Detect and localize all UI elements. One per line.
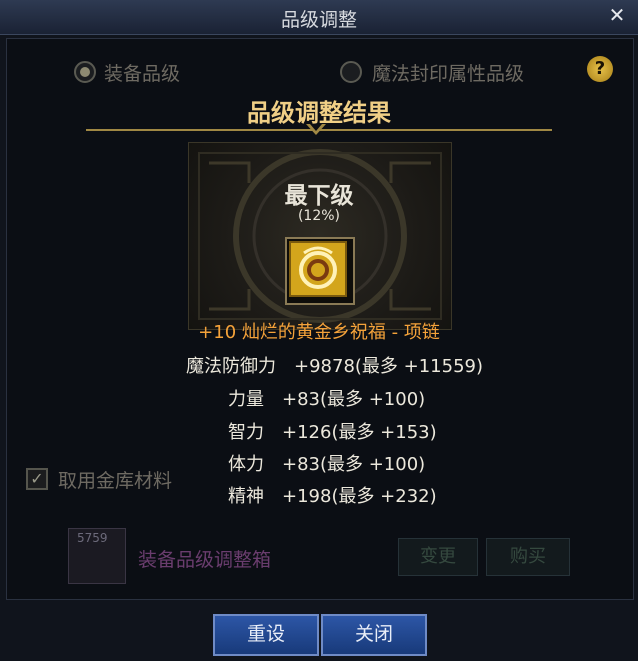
stat-value-spirit: +198(最多 +232): [282, 486, 437, 507]
radio-magic-label: 魔法封印属性品级: [372, 63, 525, 85]
result-title: 品级调整结果: [247, 99, 391, 127]
window-title: 品级调整: [280, 9, 357, 31]
radio-magic-seal-grade[interactable]: [340, 61, 362, 83]
use-vault-label: 取用金库材料: [58, 470, 173, 492]
stat-value-magic-defense: +9878(最多 +11559): [294, 356, 483, 377]
header-pointer-icon: [306, 124, 326, 135]
stat-value-stamina: +83(最多 +100): [282, 454, 426, 475]
title-bar[interactable]: 品级调整 ✕: [0, 0, 638, 35]
help-icon[interactable]: ?: [587, 56, 613, 82]
close-icon[interactable]: ✕: [606, 4, 628, 26]
radio-equipment-grade[interactable]: [74, 61, 96, 83]
stat-value-intelligence: +126(最多 +153): [282, 422, 437, 443]
material-count: 5759: [77, 531, 108, 545]
material-name: 装备品级调整箱: [138, 549, 272, 571]
necklace-icon: [289, 241, 347, 297]
material-box-icon: 5759: [68, 528, 126, 584]
result-percent: (12%): [297, 208, 341, 224]
use-vault-checkbox[interactable]: ✓: [26, 468, 48, 490]
close-button[interactable]: 关闭: [321, 614, 427, 656]
radio-equipment-label: 装备品级: [104, 63, 181, 85]
change-button[interactable]: 变更: [398, 538, 478, 576]
buy-button[interactable]: 购买: [486, 538, 570, 576]
result-rank: 最下级: [284, 183, 354, 209]
grade-adjust-window: 品级调整 ✕ 装备品级 魔法封印属性品级 ? ✓ 取用金库材料 5759 装备品…: [0, 0, 638, 661]
stat-value-strength: +83(最多 +100): [282, 389, 426, 410]
reset-button[interactable]: 重设: [213, 614, 319, 656]
item-name: +10 灿烂的黄金乡祝福 - 项链: [198, 322, 440, 343]
item-slot[interactable]: [285, 237, 355, 305]
